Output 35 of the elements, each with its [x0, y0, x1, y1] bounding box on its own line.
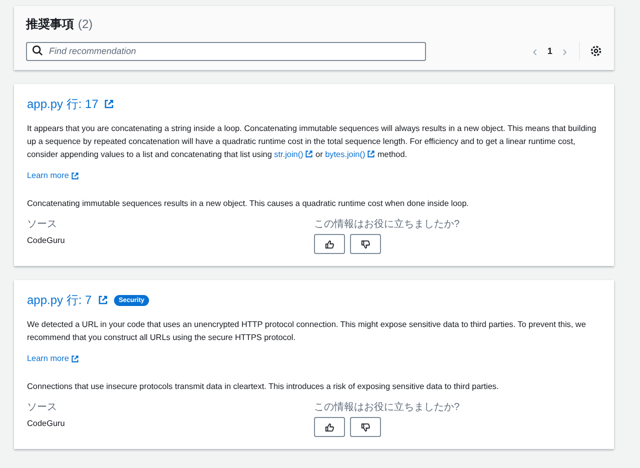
thumbs-down-button[interactable] — [350, 234, 381, 254]
file-link[interactable]: app.py 行: 7 — [27, 294, 92, 306]
external-link-icon[interactable] — [305, 150, 314, 158]
learn-more-link[interactable]: Learn more — [27, 352, 69, 365]
feedback-question: この情報はお役に立ちましたか? — [314, 218, 460, 232]
search-field[interactable]: Find recommendation — [26, 42, 426, 60]
learn-more-link[interactable]: Learn more — [27, 169, 69, 182]
source-label: ソース — [27, 218, 57, 232]
doc-link[interactable]: str.join() — [274, 150, 304, 159]
doc-link[interactable]: bytes.join() — [325, 150, 366, 159]
external-link-icon[interactable] — [70, 354, 79, 362]
thumbs-up-button[interactable] — [314, 234, 345, 254]
result-count: (2) — [78, 17, 93, 31]
external-link-icon[interactable] — [70, 172, 79, 180]
thumbs-down-icon — [361, 240, 370, 248]
panel-title: 推奨事項 — [26, 16, 74, 33]
source-label: ソース — [27, 401, 57, 415]
external-link-icon[interactable] — [367, 150, 376, 158]
page-number[interactable]: 1 — [545, 46, 554, 56]
thumbs-down-button[interactable] — [350, 417, 381, 437]
summary-text: Connections that use insecure protocols transmit data in cleartext. This introduces a risk of exposing sensitive data to third parties. — [27, 381, 500, 393]
settings-icon[interactable] — [590, 44, 602, 56]
thumbs-up-icon — [325, 240, 334, 248]
description-text: It appears that you are concatenating a string inside a loop. Concatenating immutable sequences will always results in a new object. This means that building up a sequence by repeated concatenation will have a quadratic runtime cost in the total sequence length. For efficiency and to get a linear runtime cost, consider appending values to a list and concatenating that list using str.join() or bytes.join() method. — [27, 123, 598, 161]
external-link-icon[interactable] — [104, 99, 114, 109]
external-link-icon[interactable] — [98, 295, 108, 305]
description-text: We detected a URL in your code that uses an unencrypted HTTP protocol connection. This might expose sensitive data to third parties. To prevent this, we recommend that you construct all URLs using the secure HTTPS protocol. — [27, 319, 587, 344]
thumbs-up-button[interactable] — [314, 417, 345, 437]
summary-text: Concatenating immutable sequences results in a new object. This causes a quadratic runtime cost when done inside loop. — [27, 198, 470, 210]
source-value: CodeGuru — [27, 235, 65, 247]
thumbs-down-icon — [361, 422, 370, 432]
source-value: CodeGuru — [27, 418, 65, 430]
file-link[interactable]: app.py 行: 17 — [27, 98, 98, 110]
feedback-question: この情報はお役に立ちましたか? — [314, 401, 460, 415]
thumbs-up-icon — [325, 422, 334, 432]
